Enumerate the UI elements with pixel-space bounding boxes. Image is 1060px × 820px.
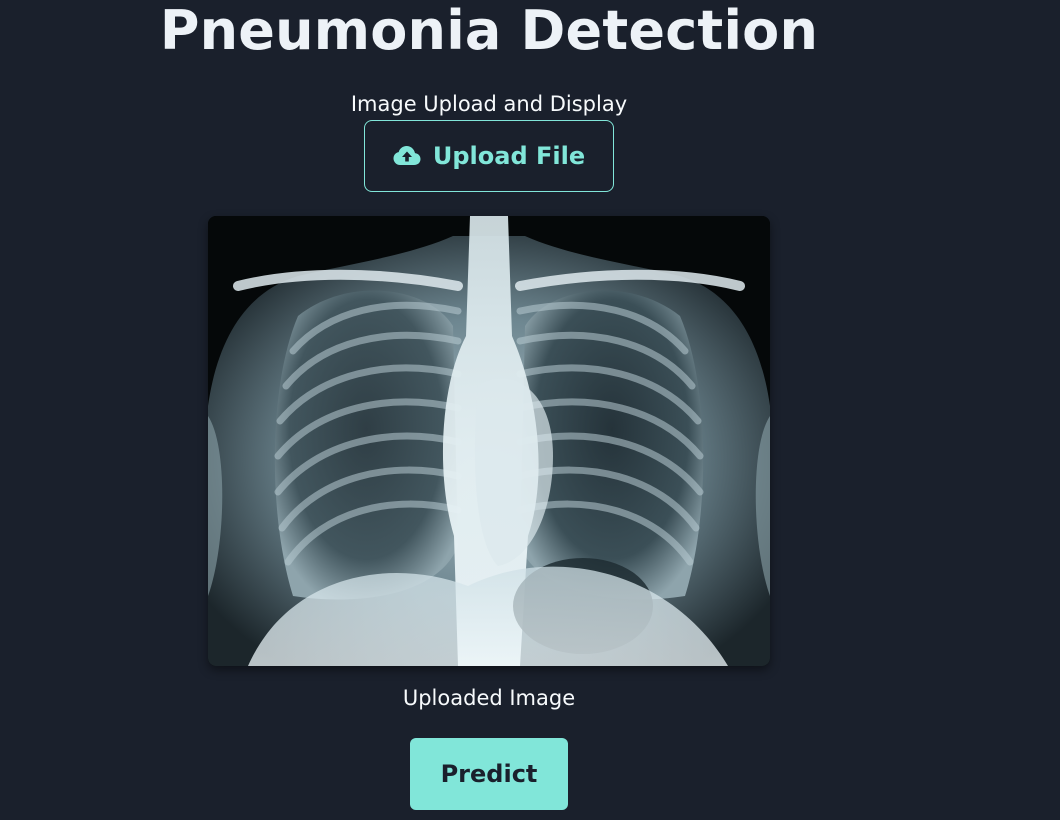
page-title: Pneumonia Detection — [159, 0, 819, 62]
predict-button[interactable]: Predict — [410, 738, 568, 810]
upload-file-label: Upload File — [432, 142, 586, 170]
cloud-upload-icon — [393, 145, 421, 167]
upload-file-button[interactable]: Upload File — [364, 120, 614, 192]
uploaded-xray-image — [208, 216, 770, 666]
section-subtitle: Image Upload and Display — [350, 92, 628, 116]
image-caption: Uploaded Image — [402, 686, 576, 710]
